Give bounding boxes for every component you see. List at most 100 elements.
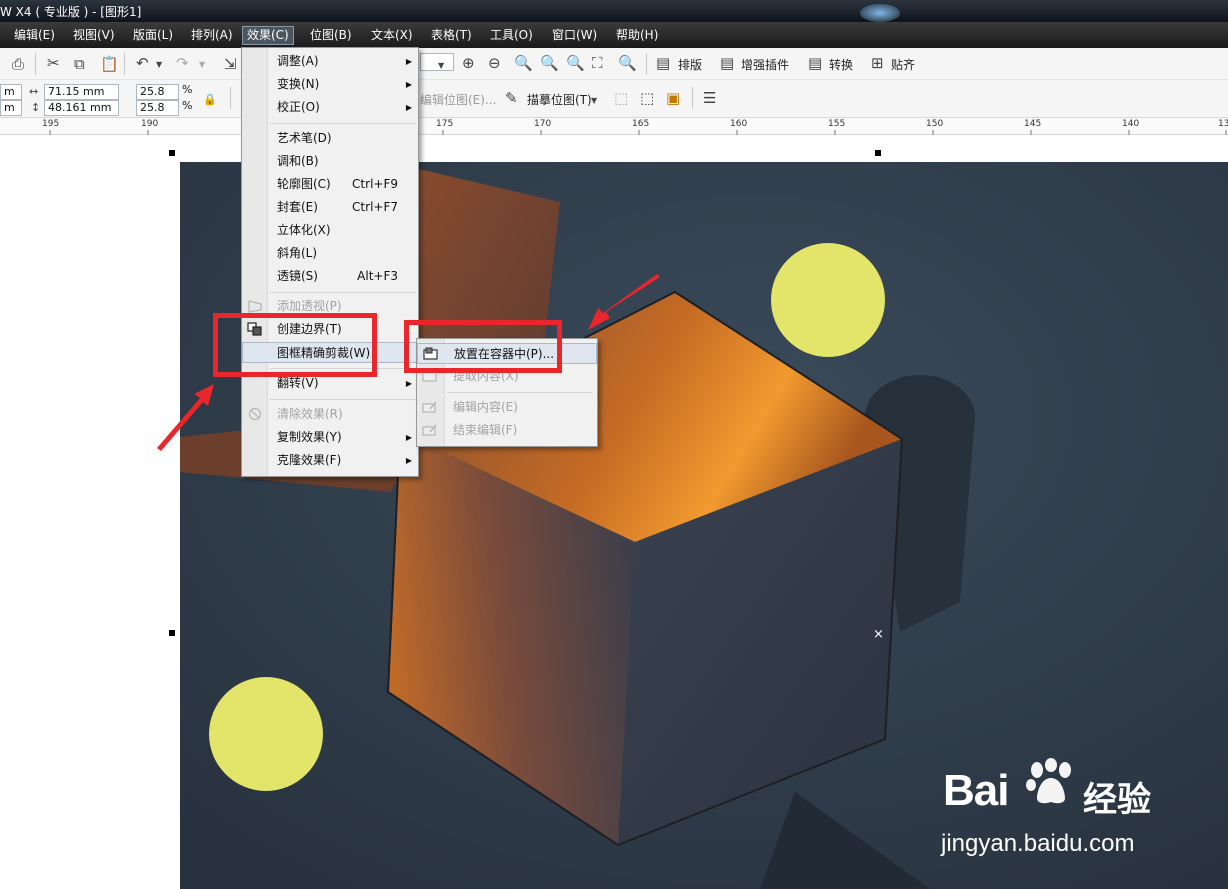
menu-item-extrude[interactable]: 立体化(X) xyxy=(242,220,418,241)
menu-item-label: 变换(N) xyxy=(277,77,320,91)
menu-item-contour[interactable]: 轮廓图(C) Ctrl+F9 xyxy=(242,174,418,195)
height-field[interactable]: 48.161 mm xyxy=(44,100,119,116)
selection-handle-ml[interactable] xyxy=(169,630,175,636)
menu-item-copy-effect[interactable]: 复制效果(Y) ▶ xyxy=(242,427,418,448)
scale-x-field[interactable]: 25.8 xyxy=(136,84,179,100)
menu-item-clear-effect[interactable]: 清除效果(R) xyxy=(242,404,418,425)
menu-window[interactable]: 窗口(W) xyxy=(548,26,601,45)
zoom-out-icon[interactable]: ⊖ xyxy=(488,55,501,71)
window-title: W X4 ( 专业版 ) - [图形1] xyxy=(0,5,142,19)
center-marker-icon: × xyxy=(873,627,884,642)
import-icon[interactable]: ⇲ xyxy=(224,56,237,72)
clear-effect-icon xyxy=(248,407,262,421)
menu-effects[interactable]: 效果(C) xyxy=(242,26,294,45)
undo-dropdown-icon[interactable]: ▼ xyxy=(156,57,162,73)
plugin-icon: ▤ xyxy=(720,54,735,72)
edit-contents-icon xyxy=(422,401,437,413)
submenu-arrow-icon: ▶ xyxy=(405,456,412,465)
menu-item-clone-effect[interactable]: 克隆效果(F) ▶ xyxy=(242,450,418,471)
toolbar-divider xyxy=(646,53,647,75)
menu-item-blend[interactable]: 调和(B) xyxy=(242,151,418,172)
menu-item-label: 克隆效果(F) xyxy=(277,453,342,467)
effects-menu: 调整(A) ▶ 变换(N) ▶ 校正(O) ▶ 艺术笔(D) 调和(B) 轮廓图(C)… xyxy=(241,47,419,477)
submenu-arrow-icon: ▶ xyxy=(405,379,412,388)
titlebar-glow-decoration xyxy=(860,4,900,22)
toolbar-divider xyxy=(124,53,125,75)
menu-item-lens[interactable]: 透镜(S) Alt+F3 xyxy=(242,266,418,287)
menu-item-label: 校正(O) xyxy=(277,100,320,114)
menu-item-label: 轮廓图(C) xyxy=(277,177,331,191)
wrap-text-icon[interactable]: ☰ xyxy=(703,90,716,106)
menu-table[interactable]: 表格(T) xyxy=(427,26,476,45)
zoom-level-field[interactable] xyxy=(420,53,454,71)
submenu-arrow-icon: ▶ xyxy=(405,57,412,66)
width-field[interactable]: 71.15 mm xyxy=(44,84,119,100)
submenu-arrow-icon: ▶ xyxy=(405,80,412,89)
menu-tools[interactable]: 工具(O) xyxy=(486,26,537,45)
menu-text[interactable]: 文本(X) xyxy=(367,26,417,45)
convert-button[interactable]: 转换 xyxy=(829,56,853,73)
redo-icon[interactable]: ↷ xyxy=(176,55,189,71)
annotation-box-powerclip xyxy=(213,313,377,377)
menu-layout[interactable]: 版面(L) xyxy=(129,26,177,45)
menu-item-artistic-media[interactable]: 艺术笔(D) xyxy=(242,128,418,149)
selection-handle-tl[interactable] xyxy=(169,150,175,156)
menu-item-label: 调整(A) xyxy=(277,54,319,68)
zoom-dropdown-icon[interactable]: ▼ xyxy=(438,58,444,74)
crop-bitmap-icon[interactable]: ⬚ xyxy=(614,90,628,106)
menu-item-label: 调和(B) xyxy=(277,154,319,168)
bitmap-color-mask-icon[interactable]: ▣ xyxy=(666,90,680,106)
undo-icon[interactable]: ↶ xyxy=(136,55,149,71)
snap-icon: ⊞ xyxy=(871,54,884,72)
layout-button[interactable]: 排版 xyxy=(678,56,702,73)
menu-item-transform[interactable]: 变换(N) ▶ xyxy=(242,74,418,95)
x-position-field[interactable]: m xyxy=(0,84,22,100)
copy-icon[interactable]: ⧉ xyxy=(74,56,85,72)
zoom-selected-icon[interactable]: 🔍 xyxy=(514,55,533,71)
zoom-all-icon[interactable]: 🔍 xyxy=(540,55,559,71)
menu-item-label: 复制效果(Y) xyxy=(277,430,342,444)
menu-item-label: 编辑内容(E) xyxy=(453,400,518,414)
menu-item-correction[interactable]: 校正(O) ▶ xyxy=(242,97,418,118)
cut-icon[interactable]: ✂ xyxy=(47,55,60,71)
redo-dropdown-icon[interactable]: ▼ xyxy=(199,57,205,73)
menu-arrange[interactable]: 排列(A) xyxy=(187,26,237,45)
print-icon[interactable]: ⎙ xyxy=(12,56,24,72)
menu-separator xyxy=(270,292,416,293)
ruler-ticks xyxy=(49,130,1227,136)
menu-bitmaps[interactable]: 位图(B) xyxy=(306,26,356,45)
menu-item-envelope[interactable]: 封套(E) Ctrl+F7 xyxy=(242,197,418,218)
menu-item-edit-contents[interactable]: 编辑内容(E) xyxy=(417,397,597,418)
paste-icon[interactable]: 📋 xyxy=(100,56,119,72)
zoom-page-height-icon[interactable]: 🔍 xyxy=(618,55,637,71)
menu-item-finish-editing[interactable]: 结束编辑(F) xyxy=(417,420,597,441)
submenu-arrow-icon: ▶ xyxy=(405,433,412,442)
menu-edit[interactable]: 编辑(E) xyxy=(10,26,59,45)
zoom-page-width-icon[interactable]: ⛶ xyxy=(592,55,603,71)
menu-help[interactable]: 帮助(H) xyxy=(612,26,662,45)
scale-y-field[interactable]: 25.8 xyxy=(136,100,179,116)
menu-separator xyxy=(270,123,416,124)
menu-view[interactable]: 视图(V) xyxy=(69,26,119,45)
snap-button[interactable]: 贴齐 xyxy=(891,56,915,73)
enhanced-plugin-button[interactable]: 增强插件 xyxy=(741,56,789,73)
watermark-brand-cn: 经验 xyxy=(1083,780,1151,820)
menu-item-bevel[interactable]: 斜角(L) xyxy=(242,243,418,264)
zoom-in-icon[interactable]: ⊕ xyxy=(462,55,475,71)
perspective-icon xyxy=(248,300,262,313)
trace-dropdown-icon[interactable]: ▼ xyxy=(591,93,597,109)
scale-y-unit: % xyxy=(182,99,193,112)
trace-bitmap-button[interactable]: 描摹位图(T) xyxy=(527,91,592,108)
menu-item-adjust[interactable]: 调整(A) ▶ xyxy=(242,51,418,72)
trace-bitmap-icon: ✎ xyxy=(505,89,518,107)
selection-handle-tc[interactable] xyxy=(875,150,881,156)
zoom-page-icon[interactable]: 🔍 xyxy=(566,55,585,71)
yellow-circle-bottom xyxy=(209,677,323,791)
menu-item-label: 斜角(L) xyxy=(277,246,318,260)
y-position-field[interactable]: m xyxy=(0,100,22,116)
menu-separator xyxy=(270,399,416,400)
edit-bitmap-button[interactable]: 编辑位图(E)... xyxy=(420,91,496,108)
horizontal-ruler: 195 190 175 170 165 160 155 150 145 140 … xyxy=(0,117,1228,136)
lock-ratio-icon[interactable]: 🔒 xyxy=(203,92,217,108)
resample-icon[interactable]: ⬚ xyxy=(640,90,654,106)
